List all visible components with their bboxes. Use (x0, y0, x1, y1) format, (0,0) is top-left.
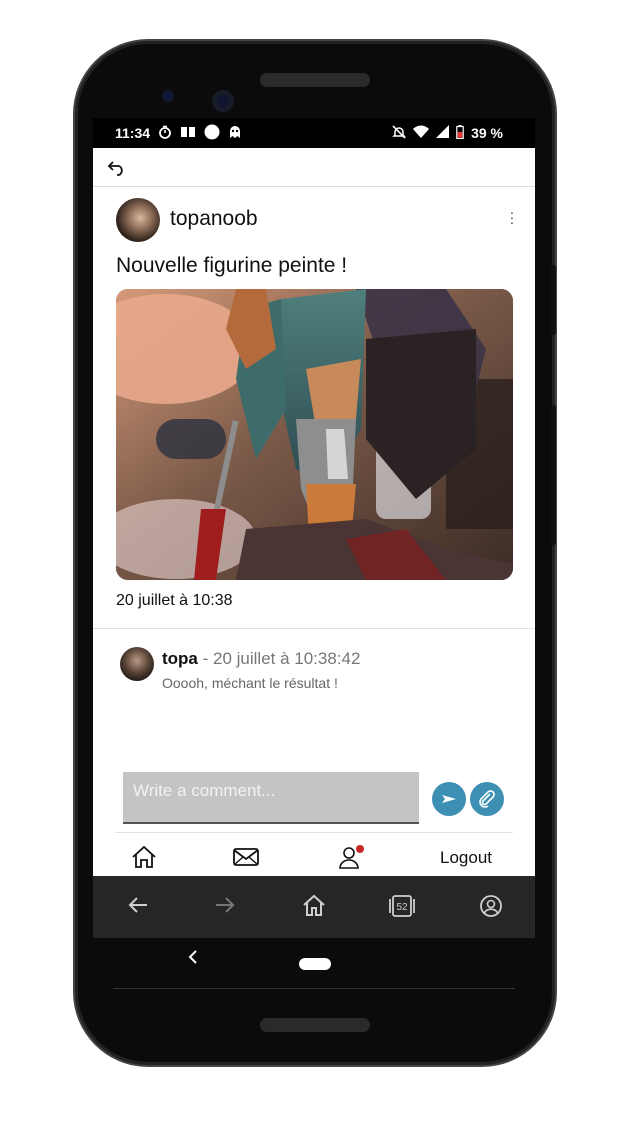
app-header (93, 148, 535, 187)
send-button[interactable] (432, 782, 466, 816)
home-icon (132, 845, 156, 868)
post-text: Nouvelle figurine peinte ! (116, 254, 348, 277)
status-bar: 11:34 39 % (93, 118, 535, 148)
screen: 11:34 39 % topanoob · · · Nouvelle figur… (93, 118, 535, 938)
undo-arrow-icon (107, 161, 123, 176)
wifi-icon (413, 125, 430, 141)
post-divider (93, 628, 535, 629)
forward-arrow-icon (216, 897, 235, 913)
comment-author[interactable]: topa (162, 649, 198, 668)
tabs-icon: 52 (389, 895, 415, 917)
front-camera (212, 90, 234, 112)
send-icon (442, 795, 456, 803)
post-date: 20 juillet à 10:38 (116, 592, 233, 609)
book-icon (180, 125, 196, 141)
nav-home-button[interactable] (131, 845, 157, 874)
system-back-button[interactable] (188, 950, 198, 969)
system-nav-divider (113, 988, 515, 989)
mail-icon (233, 848, 259, 866)
attach-button[interactable] (470, 782, 504, 816)
nav-divider (115, 832, 513, 833)
comment-timestamp: 20 juillet à 10:38:42 (213, 649, 361, 668)
comment-separator: - (197, 649, 213, 668)
home-icon (303, 894, 325, 916)
comment-input[interactable] (123, 772, 419, 824)
post-author-name[interactable]: topanoob (170, 207, 258, 231)
browser-forward-button[interactable] (214, 894, 236, 921)
nav-messages-button[interactable] (233, 848, 259, 871)
system-nav-bar (93, 938, 535, 990)
paperclip-icon (479, 790, 495, 808)
bottom-nav: Logout (93, 838, 535, 876)
volume-button (551, 405, 556, 545)
timer-icon (158, 125, 172, 142)
author-avatar[interactable] (116, 198, 160, 242)
status-time: 11:34 (115, 125, 151, 141)
status-right-group: 39 % (392, 118, 503, 148)
ghost-icon (228, 125, 242, 142)
comment-header: topa - 20 juillet à 10:38:42 (162, 649, 360, 669)
browser-back-button[interactable] (127, 894, 149, 921)
post-image[interactable] (116, 289, 513, 580)
nav-friends-button[interactable] (339, 844, 365, 875)
circle-icon (204, 124, 220, 143)
power-button (551, 265, 556, 335)
account-icon (480, 895, 502, 917)
comment-text: Ooooh, méchant le résultat ! (162, 675, 338, 691)
logout-link[interactable]: Logout (440, 848, 492, 868)
back-button[interactable] (107, 160, 127, 178)
back-arrow-icon (128, 897, 147, 913)
browser-tabs-button[interactable]: 52 (388, 894, 416, 923)
chevron-left-icon (188, 950, 197, 964)
more-options-icon[interactable]: · · · (509, 205, 515, 229)
comment-avatar[interactable] (120, 647, 154, 681)
mute-icon (392, 124, 406, 142)
proximity-sensor (162, 90, 174, 102)
battery-icon (456, 124, 464, 142)
battery-percent: 39 % (471, 125, 503, 141)
earpiece-speaker (260, 73, 370, 87)
tab-count: 52 (396, 902, 408, 913)
browser-toolbar: 52 (93, 876, 535, 938)
user-icon (339, 845, 364, 869)
browser-home-button[interactable] (302, 894, 326, 923)
system-home-pill[interactable] (299, 958, 331, 970)
browser-account-button[interactable] (479, 894, 503, 923)
bottom-speaker (260, 1018, 370, 1032)
signal-icon (436, 125, 450, 141)
